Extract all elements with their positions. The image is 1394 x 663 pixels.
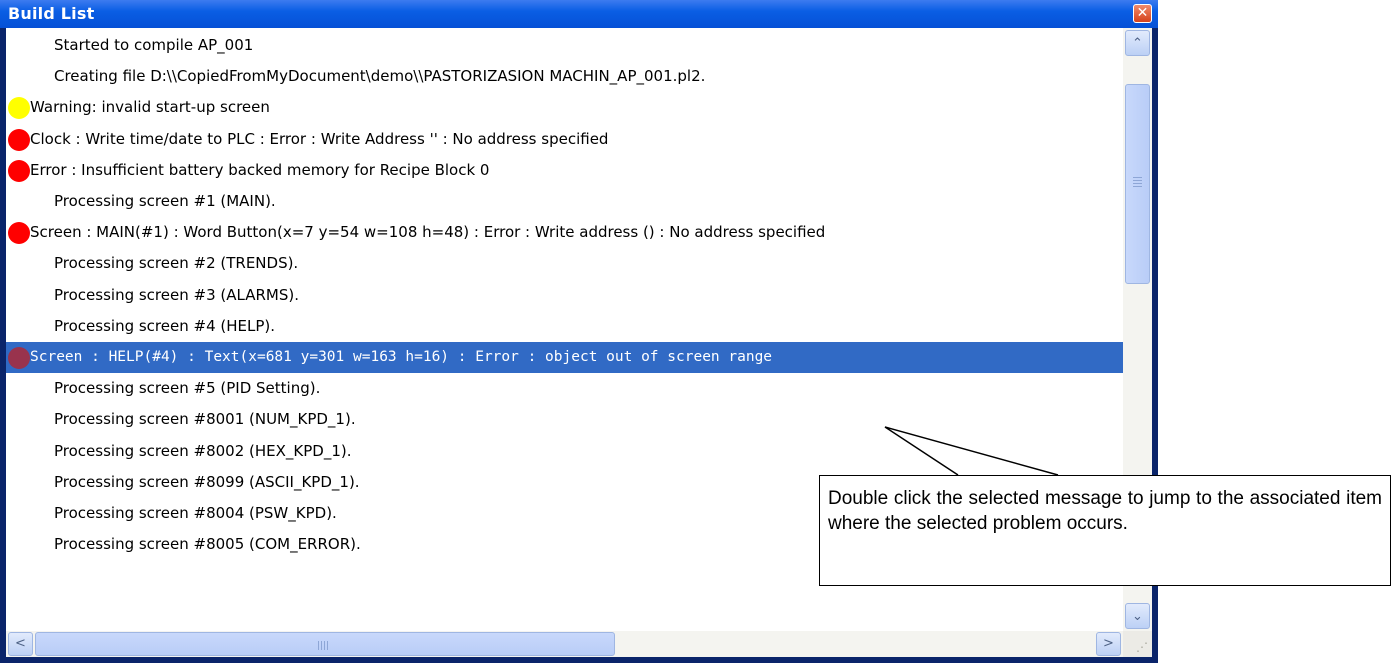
scroll-up-button[interactable]: ⌃	[1125, 30, 1150, 56]
list-item-text: Processing screen #3 (ALARMS).	[54, 286, 299, 304]
scroll-left-button[interactable]: <	[8, 632, 33, 656]
list-item[interactable]: Creating file D:\\CopiedFromMyDocument\d…	[6, 61, 1123, 92]
list-item[interactable]: Processing screen #8001 (NUM_KPD_1).	[6, 404, 1123, 435]
list-item[interactable]: Processing screen #4 (HELP).	[6, 311, 1123, 342]
list-item[interactable]: Processing screen #3 (ALARMS).	[6, 280, 1123, 311]
list-item[interactable]: Processing screen #2 (TRENDS).	[6, 248, 1123, 279]
window-title: Build List	[8, 4, 95, 23]
list-item[interactable]: Error : Insufficient battery backed memo…	[6, 155, 1123, 186]
list-item-text: Error : Insufficient battery backed memo…	[30, 161, 490, 179]
scroll-right-button[interactable]: >	[1096, 632, 1121, 656]
list-item[interactable]: Processing screen #8002 (HEX_KPD_1).	[6, 436, 1123, 467]
list-item-text: Processing screen #1 (MAIN).	[54, 192, 276, 210]
list-item-text: Processing screen #8002 (HEX_KPD_1).	[54, 442, 352, 460]
horizontal-scroll-thumb[interactable]	[35, 632, 615, 656]
error-icon	[8, 347, 30, 369]
warning-icon	[8, 97, 30, 119]
list-item-text: Processing screen #2 (TRENDS).	[54, 254, 299, 272]
list-item-text: Processing screen #8099 (ASCII_KPD_1).	[54, 473, 360, 491]
list-item-text: Processing screen #4 (HELP).	[54, 317, 276, 335]
list-item-text: Started to compile AP_001	[54, 36, 254, 54]
resize-grip[interactable]: ⋰	[1123, 631, 1152, 657]
list-item[interactable]: Processing screen #5 (PID Setting).	[6, 373, 1123, 404]
list-item-text: Creating file D:\\CopiedFromMyDocument\d…	[54, 67, 706, 85]
error-icon	[8, 222, 30, 244]
list-item-text: Clock : Write time/date to PLC : Error :…	[30, 130, 609, 148]
list-item-text: Processing screen #5 (PID Setting).	[54, 379, 321, 397]
list-item-text: Processing screen #8001 (NUM_KPD_1).	[54, 410, 356, 428]
close-button[interactable]: ✕	[1133, 4, 1152, 23]
horizontal-scrollbar[interactable]: < >	[6, 631, 1123, 657]
list-item-text: Warning: invalid start-up screen	[30, 98, 270, 116]
vertical-scroll-thumb[interactable]	[1125, 84, 1150, 284]
list-item-text: Screen : MAIN(#1) : Word Button(x=7 y=54…	[30, 223, 826, 241]
list-item-text: Processing screen #8004 (PSW_KPD).	[54, 504, 337, 522]
list-item[interactable]: Processing screen #1 (MAIN).	[6, 186, 1123, 217]
callout-box: Double click the selected message to jum…	[819, 475, 1391, 586]
title-bar[interactable]: Build List ✕	[0, 0, 1158, 28]
list-item-text: Processing screen #8005 (COM_ERROR).	[54, 535, 361, 553]
list-item[interactable]: Warning: invalid start-up screen	[6, 92, 1123, 123]
list-item[interactable]: Screen : MAIN(#1) : Word Button(x=7 y=54…	[6, 217, 1123, 248]
error-icon	[8, 160, 30, 182]
list-item-selected[interactable]: Screen : HELP(#4) : Text(x=681 y=301 w=1…	[6, 342, 1123, 373]
error-icon	[8, 129, 30, 151]
scroll-down-button[interactable]: ⌄	[1125, 603, 1150, 629]
list-item-text: Screen : HELP(#4) : Text(x=681 y=301 w=1…	[30, 349, 773, 365]
list-item[interactable]: Started to compile AP_001	[6, 30, 1123, 61]
list-item[interactable]: Clock : Write time/date to PLC : Error :…	[6, 124, 1123, 155]
